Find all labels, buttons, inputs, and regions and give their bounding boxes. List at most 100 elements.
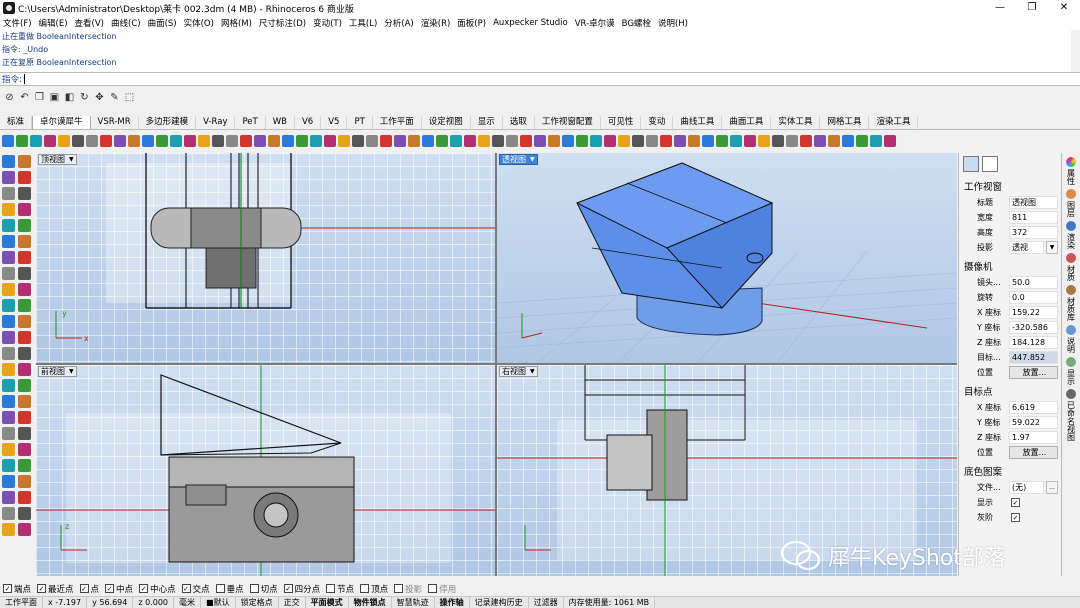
width-field[interactable]: 811 [1009, 211, 1058, 224]
tool-icon[interactable] [408, 134, 420, 147]
tool-icon[interactable] [2, 507, 15, 520]
target-x-field[interactable]: 6.619 [1009, 401, 1058, 414]
tab-item[interactable]: PeT [235, 116, 266, 129]
tab-item[interactable]: 网格工具 [820, 116, 870, 129]
tool-icon[interactable] [478, 134, 490, 147]
cancel-icon[interactable]: ⊘ [3, 91, 16, 104]
osnap-option[interactable]: ✓ 中心点 [139, 583, 176, 595]
tool-icon[interactable] [18, 459, 31, 472]
status-layer[interactable]: ■默认 [201, 597, 236, 608]
tool-icon[interactable] [2, 427, 15, 440]
tool-icon[interactable] [842, 134, 854, 147]
tool-icon[interactable] [450, 134, 462, 147]
history-scrollbar[interactable] [1071, 30, 1080, 72]
tool-icon[interactable] [646, 134, 658, 147]
layer-icon[interactable]: ◧ [63, 91, 76, 104]
tool-icon[interactable] [18, 411, 31, 424]
tool-icon[interactable] [758, 134, 770, 147]
tab-item[interactable]: V-Ray [196, 116, 236, 129]
tab-item[interactable]: 显示 [471, 116, 503, 129]
menu-curve[interactable]: 曲线(C) [111, 17, 141, 29]
tool-icon[interactable] [170, 134, 182, 147]
tool-icon[interactable] [18, 443, 31, 456]
viewport-label-right[interactable]: 右视图 ▼ [499, 366, 538, 377]
tool-icon[interactable] [688, 134, 700, 147]
side-tab-named-views[interactable]: 已命名视图 [1062, 389, 1080, 441]
viewport-icon[interactable] [982, 156, 998, 172]
toggle-filter[interactable]: 过滤器 [529, 597, 564, 608]
tool-icon[interactable] [856, 134, 868, 147]
tool-icon[interactable] [2, 235, 15, 248]
viewport-front[interactable]: z 前视图 ▼ [36, 365, 495, 576]
tool-icon[interactable] [18, 267, 31, 280]
tool-icon[interactable] [18, 203, 31, 216]
side-tab-materials[interactable]: 材质 [1062, 253, 1080, 281]
tool-icon[interactable] [86, 134, 98, 147]
lens-field[interactable]: 50.0 [1009, 276, 1058, 289]
tab-item[interactable]: 设定视图 [422, 116, 471, 129]
image-icon[interactable]: ▣ [48, 91, 61, 104]
tool-icon[interactable] [2, 411, 15, 424]
menu-edit[interactable]: 编辑(E) [39, 17, 68, 29]
tool-icon[interactable] [394, 134, 406, 147]
osnap-option[interactable]: 垂点 [215, 583, 244, 595]
tool-icon[interactable] [2, 155, 15, 168]
tool-icon[interactable] [2, 491, 15, 504]
tool-icon[interactable] [18, 235, 31, 248]
tool-icon[interactable] [18, 427, 31, 440]
tool-icon[interactable] [590, 134, 602, 147]
tool-icon[interactable] [18, 395, 31, 408]
tool-icon[interactable] [18, 155, 31, 168]
tool-icon[interactable] [114, 134, 126, 147]
tool-icon[interactable] [30, 134, 42, 147]
tool-icon[interactable] [506, 134, 518, 147]
menu-view[interactable]: 查看(V) [75, 17, 104, 29]
target-z-field[interactable]: 1.97 [1009, 431, 1058, 444]
tool-icon[interactable] [660, 134, 672, 147]
toggle-smarttrack[interactable]: 智慧轨迹 [392, 597, 435, 608]
tool-icon[interactable] [2, 443, 15, 456]
toggle-osnap[interactable]: 物件锁点 [349, 597, 392, 608]
osnap-option[interactable]: ✓ 端点 [3, 583, 31, 595]
tool-icon[interactable] [18, 283, 31, 296]
tool-icon[interactable] [16, 134, 28, 147]
tool-icon[interactable] [324, 134, 336, 147]
osnap-option[interactable]: 节点 [326, 583, 354, 595]
place-camera-button[interactable]: 放置... [1009, 366, 1058, 379]
side-tab-layers[interactable]: 图层 [1062, 189, 1080, 217]
tool-icon[interactable] [18, 331, 31, 344]
osnap-option[interactable]: 切点 [249, 583, 278, 595]
tool-icon[interactable] [2, 251, 15, 264]
viewport-label-top[interactable]: 顶视图 ▼ [38, 154, 77, 165]
tool-icon[interactable] [2, 475, 15, 488]
target-y-field[interactable]: 59.022 [1009, 416, 1058, 429]
tab-item[interactable]: 工作视窗配置 [535, 116, 601, 129]
osnap-option[interactable]: 顶点 [360, 583, 388, 595]
tool-icon[interactable] [100, 134, 112, 147]
side-tab-render[interactable]: 渲染 [1062, 221, 1080, 249]
file-field[interactable]: (无) [1009, 481, 1044, 494]
toggle-history[interactable]: 记录建构历史 [470, 597, 529, 608]
tool-icon[interactable] [2, 363, 15, 376]
tool-icon[interactable] [18, 219, 31, 232]
grayscale-checkbox[interactable]: ✓ [1011, 513, 1020, 522]
tool-icon[interactable] [618, 134, 630, 147]
tool-icon[interactable] [492, 134, 504, 147]
menu-solid[interactable]: 实体(O) [184, 17, 214, 29]
tool-icon[interactable] [716, 134, 728, 147]
tab-item[interactable]: 渲染工具 [869, 116, 919, 129]
undo-icon[interactable]: ↶ [18, 91, 31, 104]
tab-item[interactable]: 工作平面 [373, 116, 422, 129]
camera-x-field[interactable]: 159.22 [1009, 306, 1058, 319]
tool-icon[interactable] [58, 134, 70, 147]
tool-icon[interactable] [184, 134, 196, 147]
move-icon[interactable]: ✥ [93, 91, 106, 104]
status-cplane[interactable]: 工作平面 [0, 597, 43, 608]
show-checkbox[interactable]: ✓ [1011, 498, 1020, 507]
tool-icon[interactable] [632, 134, 644, 147]
tool-icon[interactable] [2, 267, 15, 280]
tool-icon[interactable] [254, 134, 266, 147]
tool-icon[interactable] [2, 219, 15, 232]
command-input[interactable]: 指令: [0, 72, 1080, 86]
tab-item[interactable]: WB [266, 116, 295, 129]
